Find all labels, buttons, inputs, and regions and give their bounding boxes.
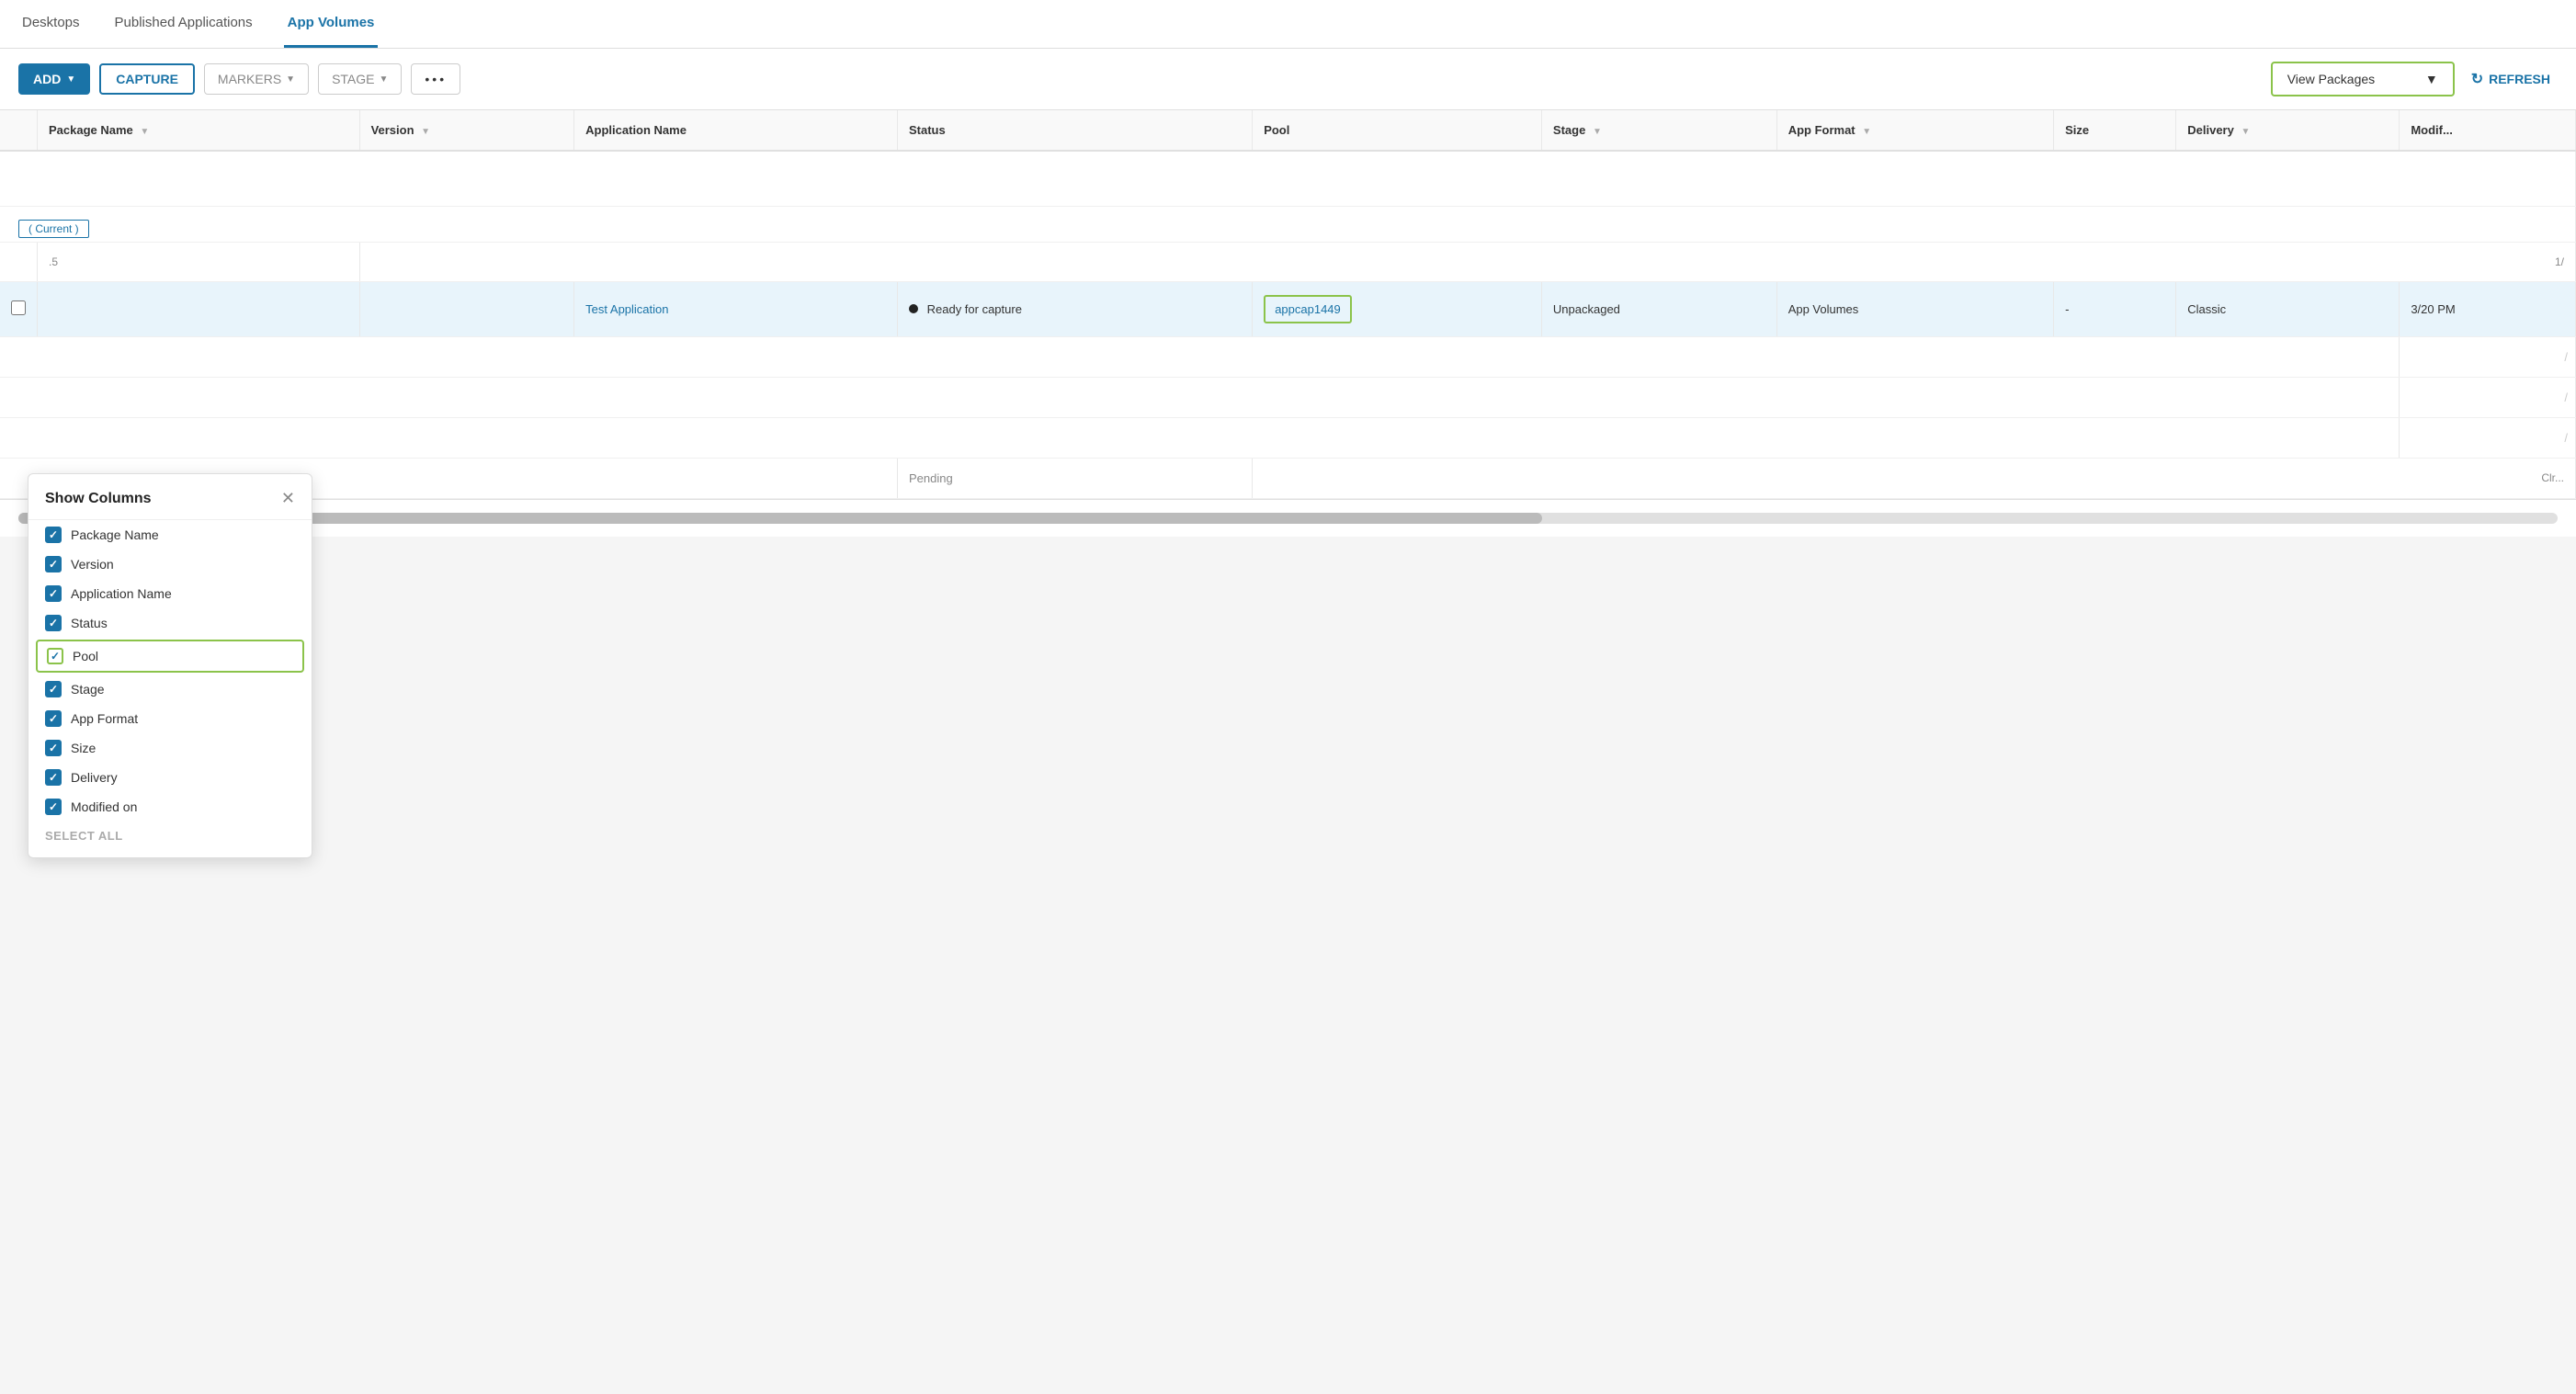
column-label-package-name: Package Name [71, 527, 159, 542]
checkbox-size[interactable] [45, 740, 62, 756]
col-status-header: Status [897, 110, 1252, 151]
column-label-pool: Pool [73, 649, 98, 663]
row-size: - [2054, 281, 2176, 336]
popup-close-button[interactable]: ✕ [281, 489, 295, 508]
row-status: Ready for capture [897, 281, 1252, 336]
column-label-stage: Stage [71, 682, 105, 697]
markers-button[interactable]: MARKERS ▼ [204, 63, 309, 95]
column-toggle-stage[interactable]: Stage [28, 674, 312, 704]
row-delivery: Classic [2176, 281, 2400, 336]
col-size-header: Size [2054, 110, 2176, 151]
row-pool[interactable]: appcap1449 [1253, 281, 1542, 336]
column-toggle-delivery[interactable]: Delivery [28, 763, 312, 792]
markers-arrow-icon: ▼ [286, 74, 295, 85]
checkbox-package-name[interactable] [45, 527, 62, 543]
tab-app-volumes[interactable]: App Volumes [284, 0, 379, 48]
stage-label: STAGE [332, 72, 374, 86]
column-label-size: Size [71, 741, 96, 755]
view-packages-button[interactable]: View Packages ▼ [2271, 62, 2455, 96]
stage-arrow-icon: ▼ [379, 74, 388, 85]
refresh-label: REFRESH [2489, 72, 2550, 86]
main-content: Package Name ▼ Version ▼ Application Nam… [0, 110, 2576, 537]
checkbox-modified-on[interactable] [45, 799, 62, 815]
version-filter-icon[interactable]: ▼ [421, 127, 430, 137]
refresh-icon: ↻ [2471, 70, 2483, 88]
checkbox-stage[interactable] [45, 681, 62, 697]
col-version-header: Version ▼ [359, 110, 574, 151]
popup-header: Show Columns ✕ [28, 474, 312, 520]
checkbox-pool[interactable] [47, 648, 63, 664]
delivery-filter-icon[interactable]: ▼ [2241, 127, 2250, 137]
show-columns-popup: Show Columns ✕ Package Name Version Appl… [28, 473, 312, 858]
row-checkbox[interactable] [0, 281, 38, 336]
col-application-name-header: Application Name [574, 110, 898, 151]
row-version [359, 281, 574, 336]
add-label: ADD [33, 72, 61, 86]
column-label-version: Version [71, 557, 114, 572]
col-pool-header: Pool [1253, 110, 1542, 151]
column-toggle-size[interactable]: Size [28, 733, 312, 763]
markers-label: MARKERS [218, 72, 281, 86]
column-toggle-version[interactable]: Version [28, 550, 312, 579]
tab-desktops[interactable]: Desktops [18, 0, 84, 48]
column-toggle-application-name[interactable]: Application Name [28, 579, 312, 608]
checkbox-application-name[interactable] [45, 585, 62, 602]
package-name-filter-icon[interactable]: ▼ [140, 127, 149, 137]
checkbox-status[interactable] [45, 615, 62, 631]
current-label: ( Current ) [18, 220, 89, 238]
select-all-button[interactable]: SELECT ALL [28, 822, 312, 843]
table-row[interactable]: Test Application Ready for capture appca… [0, 281, 2576, 336]
pending-row: Pending Clr... [0, 458, 2576, 498]
row-application-name[interactable]: Test Application [574, 281, 898, 336]
row-app-format: App Volumes [1776, 281, 2053, 336]
popup-title: Show Columns [45, 491, 152, 507]
packages-table-container: Package Name ▼ Version ▼ Application Nam… [0, 110, 2576, 499]
filler-row-3: / [0, 417, 2576, 458]
row-package-name [38, 281, 360, 336]
stage-filter-icon[interactable]: ▼ [1593, 127, 1602, 137]
col-stage-header: Stage ▼ [1541, 110, 1776, 151]
app-format-filter-icon[interactable]: ▼ [1862, 127, 1871, 137]
column-toggle-app-format[interactable]: App Format [28, 704, 312, 733]
version-row: .5 1/ [0, 242, 2576, 281]
capture-button[interactable]: CAPTURE [99, 63, 195, 95]
add-button[interactable]: ADD ▼ [18, 63, 90, 95]
view-packages-arrow-icon: ▼ [2425, 72, 2438, 86]
column-toggle-modified-on[interactable]: Modified on [28, 792, 312, 822]
filler-row-1: / [0, 336, 2576, 377]
current-label-row: ( Current ) [0, 206, 2576, 242]
column-label-modified-on: Modified on [71, 799, 137, 814]
add-arrow-icon: ▼ [66, 74, 75, 85]
column-label-application-name: Application Name [71, 586, 172, 601]
top-navigation: Desktops Published Applications App Volu… [0, 0, 2576, 49]
more-options-button[interactable]: ••• [411, 63, 460, 95]
column-toggle-pool[interactable]: Pool [36, 640, 304, 673]
column-toggle-package-name[interactable]: Package Name [28, 520, 312, 550]
view-packages-label: View Packages [2287, 72, 2375, 86]
checkbox-version[interactable] [45, 556, 62, 572]
tab-published-applications[interactable]: Published Applications [111, 0, 256, 48]
filler-row-2: / [0, 377, 2576, 417]
column-label-delivery: Delivery [71, 770, 118, 785]
column-label-app-format: App Format [71, 711, 138, 726]
horizontal-scrollbar[interactable] [18, 513, 2558, 524]
pending-status: Pending [897, 458, 1252, 498]
table-empty-row [0, 151, 2576, 206]
col-app-format-header: App Format ▼ [1776, 110, 2053, 151]
col-checkbox-header [0, 110, 38, 151]
col-modified-header: Modif... [2400, 110, 2576, 151]
status-dot-icon [909, 304, 918, 313]
checkbox-delivery[interactable] [45, 769, 62, 786]
toolbar: ADD ▼ CAPTURE MARKERS ▼ STAGE ▼ ••• View… [0, 49, 2576, 110]
packages-table: Package Name ▼ Version ▼ Application Nam… [0, 110, 2576, 499]
column-toggle-status[interactable]: Status [28, 608, 312, 638]
stage-button[interactable]: STAGE ▼ [318, 63, 402, 95]
col-package-name-header: Package Name ▼ [38, 110, 360, 151]
checkbox-app-format[interactable] [45, 710, 62, 727]
col-delivery-header: Delivery ▼ [2176, 110, 2400, 151]
column-label-status: Status [71, 616, 108, 630]
row-stage: Unpackaged [1541, 281, 1776, 336]
refresh-button[interactable]: ↻ REFRESH [2464, 62, 2558, 96]
row-modified: 3/20 PM [2400, 281, 2576, 336]
